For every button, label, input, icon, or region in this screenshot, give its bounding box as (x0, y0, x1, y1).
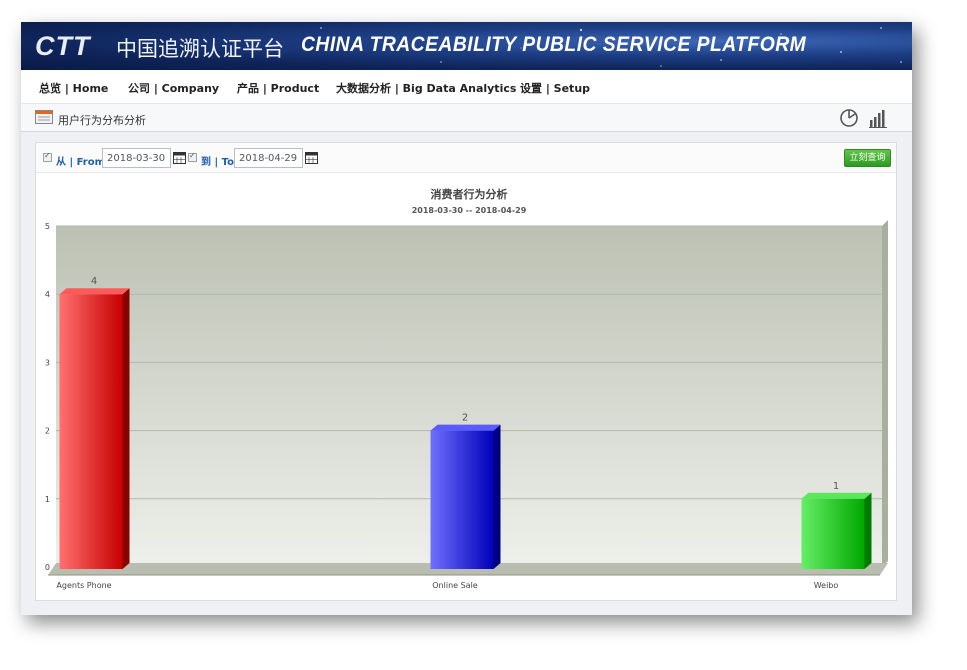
query-button[interactable]: 立刻查询 (844, 149, 891, 167)
chart-title: 消费者行为分析 (431, 187, 508, 201)
date-filter-bar: 从 | From: 到 | To: 立刻查询 (36, 143, 896, 173)
bar-top-weibo (801, 492, 872, 499)
y-tick-label: 4 (45, 290, 50, 299)
platform-title-en: CHINA TRACEABILITY PUBLIC SERVICE PLATFO… (301, 33, 807, 56)
nav-item-company[interactable]: 公司 | Company (128, 80, 219, 96)
bar-side-online-sale (493, 424, 501, 569)
platform-title-cn: 中国追溯认证平台 (116, 37, 284, 61)
y-tick-label: 2 (45, 427, 50, 436)
y-tick-label: 1 (45, 495, 50, 504)
main-nav: 总览 | Home 公司 | Company 产品 | Product 大数据分… (21, 70, 912, 104)
nav-item-home[interactable]: 总览 | Home (39, 80, 108, 96)
behavior-bar-chart: 消费者行为分析 2018-03-30 -- 2018-04-29 0 1 2 3 4 5 4… (45, 187, 888, 590)
pie-chart-icon[interactable] (839, 108, 859, 128)
from-checkbox[interactable] (43, 151, 52, 162)
from-date-input[interactable] (102, 148, 171, 168)
y-tick-label: 0 (45, 563, 50, 572)
bar-agents-phone (59, 294, 123, 569)
data-label: 2 (462, 413, 468, 424)
y-tick-label: 5 (45, 222, 50, 231)
y-tick-label: 3 (45, 358, 50, 367)
bar-chart-icon[interactable] (868, 108, 888, 128)
x-tick-label: Online Sale (432, 581, 478, 590)
nav-item-setup[interactable]: 设置 | Setup (520, 80, 590, 96)
header-banner: CTT 中国追溯认证平台 CHINA TRACEABILITY PUBLIC S… (21, 22, 912, 70)
nav-item-big-data-analytics[interactable]: 大数据分析 | Big Data Analytics (336, 80, 516, 96)
nav-item-product[interactable]: 产品 | Product (237, 80, 319, 96)
from-calendar-icon[interactable] (173, 151, 186, 164)
to-calendar-icon[interactable] (305, 151, 318, 164)
page-header: 用户行为分布分析 (21, 104, 912, 132)
page-title: 用户行为分布分析 (58, 114, 146, 127)
analysis-panel: 从 | From: 到 | To: 立刻查询 (35, 142, 897, 601)
app-window: CTT 中国追溯认证平台 CHINA TRACEABILITY PUBLIC S… (21, 22, 912, 615)
data-label: 1 (833, 481, 839, 492)
bar-side-weibo (864, 492, 872, 569)
bar-top-agents-phone (59, 288, 130, 295)
x-tick-label: Agents Phone (56, 581, 111, 590)
x-tick-label: Weibo (814, 581, 839, 590)
logo[interactable]: CTT (35, 31, 90, 62)
bar-weibo (801, 498, 865, 569)
bar-top-online-sale (430, 424, 501, 431)
bar-side-agents-phone (122, 288, 130, 569)
plot-side-wall (882, 220, 888, 567)
report-icon (35, 110, 53, 124)
to-date-input[interactable] (234, 148, 303, 168)
chart-subtitle: 2018-03-30 -- 2018-04-29 (412, 206, 527, 215)
data-label: 4 (91, 276, 97, 287)
to-checkbox[interactable] (188, 151, 197, 162)
bar-online-sale (430, 430, 494, 569)
to-label: 到 | To: (201, 157, 238, 168)
